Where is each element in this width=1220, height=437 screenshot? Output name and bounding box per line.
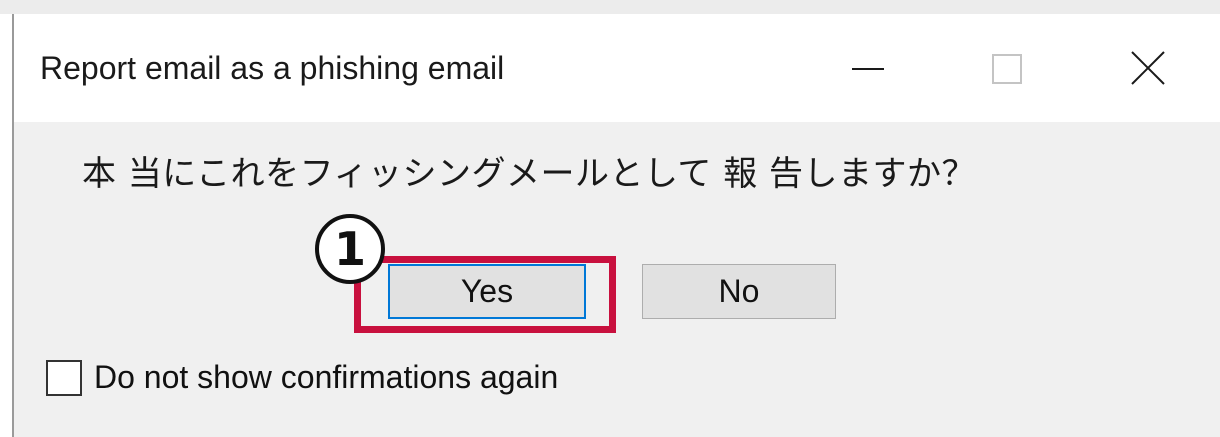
no-button[interactable]: No xyxy=(642,264,836,319)
yes-button[interactable]: Yes xyxy=(388,264,586,319)
confirmation-question: 本 当にこれをフィッシングメールとして 報 告しますか？ xyxy=(82,154,977,194)
phishing-report-dialog: Report email as a phishing email 本 当にこれを… xyxy=(12,14,1220,437)
dialog-title: Report email as a phishing email xyxy=(40,50,505,86)
close-icon xyxy=(1131,51,1165,85)
close-button[interactable] xyxy=(1102,34,1192,104)
title-bar: Report email as a phishing email xyxy=(14,14,1220,122)
step-circle-icon: 1 xyxy=(315,214,385,284)
maximize-button[interactable] xyxy=(962,34,1052,104)
minimize-button[interactable] xyxy=(822,34,912,104)
step-number: 1 xyxy=(334,222,366,276)
minimize-icon xyxy=(852,68,884,70)
step-number-badge: 1 xyxy=(310,209,390,289)
checkbox-label: Do not show confirmations again xyxy=(94,359,559,395)
maximize-icon xyxy=(992,54,1022,84)
do-not-show-checkbox[interactable] xyxy=(46,360,82,396)
background-strip xyxy=(0,0,1220,14)
